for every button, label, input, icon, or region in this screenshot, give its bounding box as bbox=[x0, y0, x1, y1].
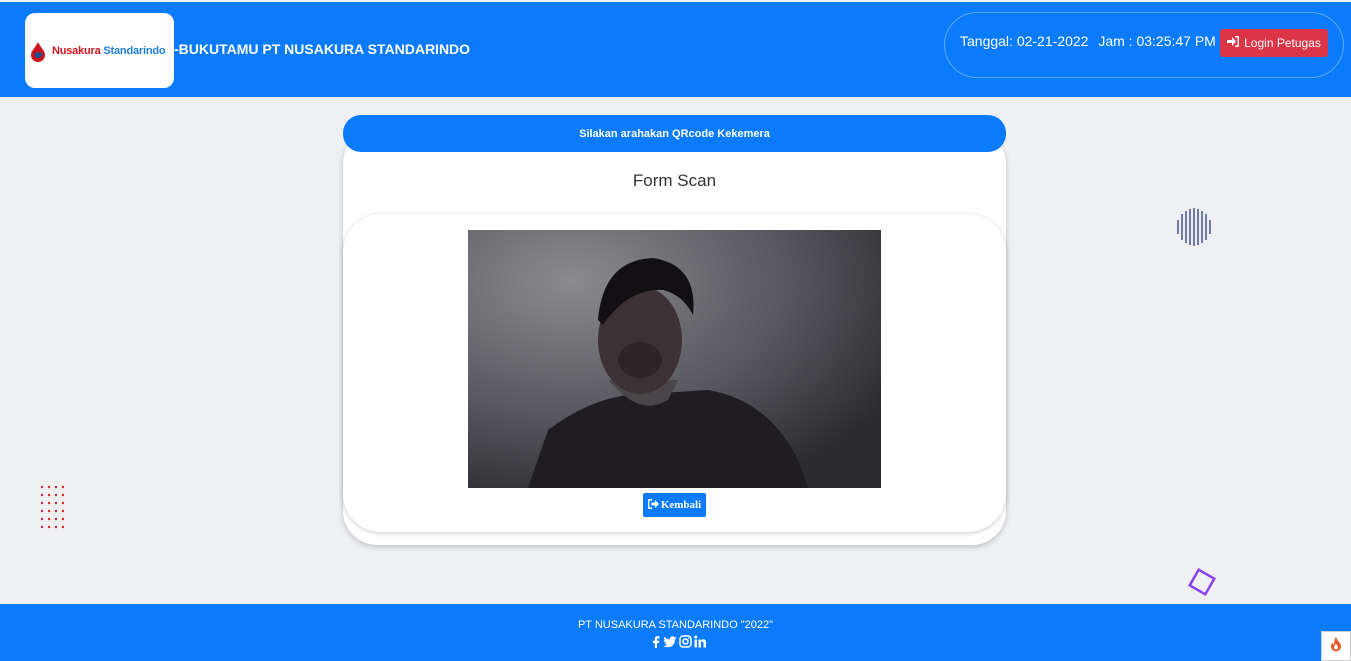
kembali-button[interactable]: Kembali bbox=[643, 493, 706, 517]
app-title: -BUKUTAMU PT NUSAKURA STANDARINDO bbox=[174, 41, 471, 57]
sign-in-icon bbox=[1227, 36, 1240, 50]
date-label: Tanggal: 02-21-2022 bbox=[960, 33, 1089, 49]
footer-copyright: PT NUSAKURA STANDARINDO "2022" bbox=[577, 619, 774, 631]
fire-icon bbox=[1329, 636, 1343, 657]
fire-widget[interactable] bbox=[1321, 631, 1351, 661]
company-logo[interactable]: Nusakura Standarindo bbox=[25, 13, 174, 88]
sign-out-icon bbox=[647, 498, 659, 512]
social-links bbox=[650, 635, 706, 653]
form-title: Form Scan bbox=[632, 171, 717, 190]
twitter-icon[interactable] bbox=[663, 635, 677, 653]
instagram-icon[interactable] bbox=[679, 635, 692, 653]
vertical-lines-decoration bbox=[1176, 208, 1212, 251]
login-petugas-button[interactable]: Login Petugas bbox=[1220, 29, 1328, 57]
logo-drop-icon bbox=[27, 40, 49, 62]
logo-text: Nusakura Standarindo bbox=[52, 44, 166, 57]
purple-square-decoration bbox=[1186, 566, 1220, 605]
instruction-banner: Silakan arahakan QRcode Kekemera bbox=[343, 115, 1006, 152]
logo-text-red: Nusakura bbox=[52, 44, 101, 57]
datetime-text: Tanggal: 02-21-2022 Jam : 03:25:47 PM bbox=[960, 33, 1222, 49]
logo-text-blue: Standarindo bbox=[103, 44, 166, 57]
facebook-icon[interactable] bbox=[650, 635, 661, 653]
linkedin-icon[interactable] bbox=[694, 635, 706, 653]
camera-preview bbox=[468, 230, 881, 488]
time-label: Jam : 03:25:47 PM bbox=[1098, 33, 1216, 49]
kembali-label: Kembali bbox=[660, 499, 702, 511]
login-label: Login Petugas bbox=[1244, 36, 1321, 50]
red-dots-decoration bbox=[40, 485, 70, 538]
